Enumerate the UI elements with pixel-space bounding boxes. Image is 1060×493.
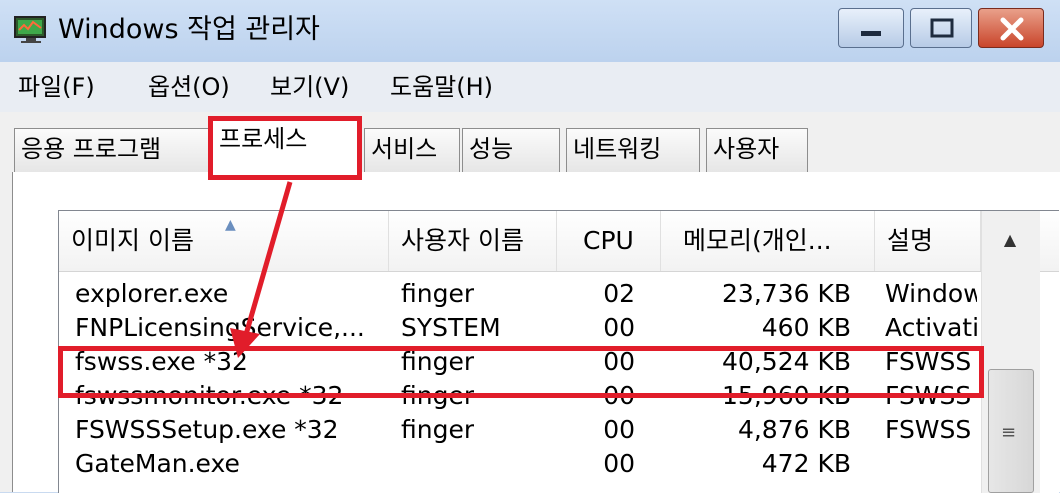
- annotation-arrow: [230, 181, 293, 358]
